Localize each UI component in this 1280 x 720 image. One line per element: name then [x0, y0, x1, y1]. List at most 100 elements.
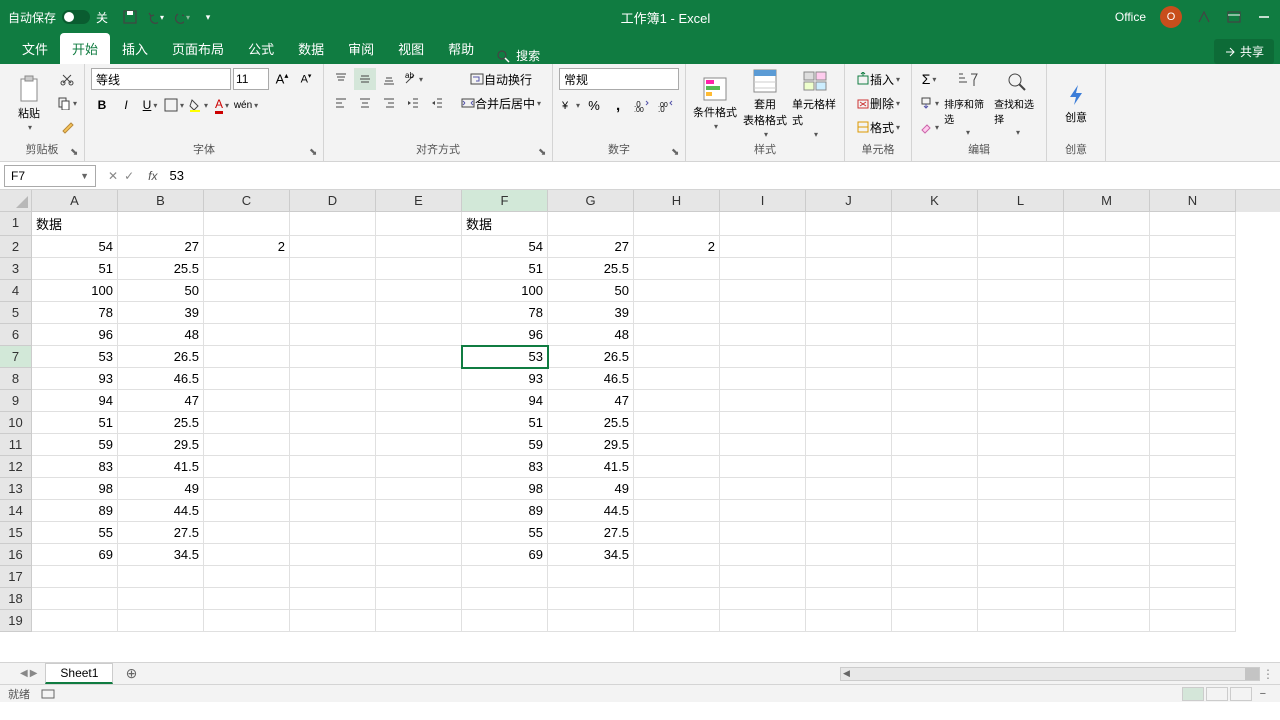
cell[interactable]	[892, 610, 978, 632]
cell[interactable]	[376, 566, 462, 588]
cell[interactable]	[806, 478, 892, 500]
cell[interactable]	[376, 236, 462, 258]
cell[interactable]	[806, 390, 892, 412]
cell[interactable]: 94	[32, 390, 118, 412]
toggle-switch-icon[interactable]	[62, 10, 90, 24]
cell[interactable]	[978, 280, 1064, 302]
cell[interactable]	[634, 588, 720, 610]
cell[interactable]	[806, 346, 892, 368]
cell[interactable]	[1064, 434, 1150, 456]
column-header[interactable]: K	[892, 190, 978, 212]
cell[interactable]	[806, 566, 892, 588]
cell[interactable]	[634, 390, 720, 412]
cell[interactable]	[892, 346, 978, 368]
cell[interactable]	[806, 280, 892, 302]
cell[interactable]	[634, 544, 720, 566]
tab-page-layout[interactable]: 页面布局	[160, 33, 236, 64]
cell[interactable]	[634, 302, 720, 324]
autosave-toggle[interactable]: 自动保存 关	[8, 9, 108, 26]
row-header[interactable]: 11	[0, 434, 32, 456]
cell[interactable]	[720, 236, 806, 258]
cell[interactable]	[1150, 456, 1236, 478]
row-header[interactable]: 1	[0, 212, 32, 236]
add-sheet-button[interactable]: ⊕	[121, 664, 141, 684]
row-header[interactable]: 14	[0, 500, 32, 522]
cell[interactable]	[720, 434, 806, 456]
cell[interactable]: 46.5	[118, 368, 204, 390]
cell[interactable]: 69	[32, 544, 118, 566]
cell[interactable]	[806, 412, 892, 434]
clipboard-dialog-launcher[interactable]: ⬊	[70, 147, 82, 159]
cell[interactable]	[32, 610, 118, 632]
cell[interactable]	[376, 434, 462, 456]
cell[interactable]	[720, 212, 806, 236]
border-button[interactable]: ▾	[163, 94, 185, 116]
column-headers[interactable]: ABCDEFGHIJKLMN	[32, 190, 1280, 212]
cell[interactable]	[978, 500, 1064, 522]
italic-button[interactable]: I	[115, 94, 137, 116]
column-header[interactable]: L	[978, 190, 1064, 212]
row-header[interactable]: 12	[0, 456, 32, 478]
cell[interactable]	[290, 478, 376, 500]
cell[interactable]: 78	[32, 302, 118, 324]
align-middle-button[interactable]	[354, 68, 376, 90]
cell[interactable]	[892, 236, 978, 258]
cell[interactable]	[634, 258, 720, 280]
cell[interactable]	[892, 456, 978, 478]
cell[interactable]: 59	[462, 434, 548, 456]
percent-button[interactable]: %	[583, 94, 605, 116]
cell[interactable]	[634, 412, 720, 434]
alignment-dialog-launcher[interactable]: ⬊	[538, 147, 550, 159]
cell[interactable]	[376, 588, 462, 610]
cell[interactable]	[1150, 280, 1236, 302]
row-header[interactable]: 8	[0, 368, 32, 390]
cell[interactable]: 55	[32, 522, 118, 544]
cell[interactable]	[634, 456, 720, 478]
cell[interactable]: 50	[548, 280, 634, 302]
coming-soon-icon[interactable]	[1196, 9, 1212, 25]
select-all-corner[interactable]	[0, 190, 32, 212]
comma-button[interactable]: ,	[607, 94, 629, 116]
cell[interactable]	[1064, 478, 1150, 500]
cell[interactable]	[978, 212, 1064, 236]
cell[interactable]	[1064, 566, 1150, 588]
cell[interactable]	[1150, 212, 1236, 236]
cell[interactable]	[376, 456, 462, 478]
cell[interactable]	[290, 588, 376, 610]
cell[interactable]: 83	[32, 456, 118, 478]
cell[interactable]: 27	[548, 236, 634, 258]
tab-home[interactable]: 开始	[60, 33, 110, 64]
cell[interactable]: 25.5	[118, 258, 204, 280]
cell[interactable]	[1064, 588, 1150, 610]
row-header[interactable]: 17	[0, 566, 32, 588]
clear-button[interactable]: ▾	[918, 116, 940, 138]
scroll-left-icon[interactable]: ◀	[843, 668, 850, 679]
cell[interactable]	[204, 258, 290, 280]
cell[interactable]	[978, 544, 1064, 566]
tell-me-search[interactable]: 搜索	[496, 47, 540, 64]
cell[interactable]	[1150, 412, 1236, 434]
cell[interactable]: 47	[548, 390, 634, 412]
cell[interactable]	[1150, 302, 1236, 324]
cell[interactable]: 51	[462, 412, 548, 434]
merge-center-button[interactable]: 合并后居中▾	[456, 92, 546, 114]
cell[interactable]	[978, 324, 1064, 346]
cell[interactable]: 55	[462, 522, 548, 544]
copy-button[interactable]: ▾	[56, 92, 78, 114]
fill-color-button[interactable]: ▾	[187, 94, 209, 116]
font-dialog-launcher[interactable]: ⬊	[309, 147, 321, 159]
cell[interactable]: 34.5	[548, 544, 634, 566]
cell[interactable]: 26.5	[548, 346, 634, 368]
cell[interactable]	[978, 368, 1064, 390]
cell[interactable]	[892, 412, 978, 434]
cell[interactable]: 100	[462, 280, 548, 302]
row-header[interactable]: 19	[0, 610, 32, 632]
cell[interactable]	[1150, 500, 1236, 522]
row-header[interactable]: 4	[0, 280, 32, 302]
cell[interactable]	[376, 212, 462, 236]
cell[interactable]	[1150, 390, 1236, 412]
align-center-button[interactable]	[354, 92, 376, 114]
underline-button[interactable]: U▾	[139, 94, 161, 116]
font-size-select[interactable]	[233, 68, 269, 90]
column-header[interactable]: H	[634, 190, 720, 212]
